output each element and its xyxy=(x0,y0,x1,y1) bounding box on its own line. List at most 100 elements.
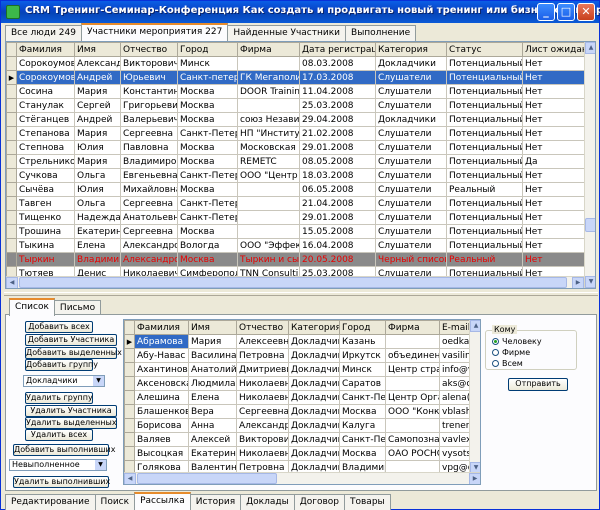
table-cell[interactable]: Минск xyxy=(177,56,238,71)
table-cell[interactable]: Тавген xyxy=(16,196,75,211)
close-button[interactable]: ✕ xyxy=(577,3,595,21)
table-cell[interactable]: Анна xyxy=(188,418,237,433)
table-cell[interactable]: ООО "Конкре xyxy=(385,404,440,419)
table-cell[interactable]: Потенциальный xyxy=(446,168,523,183)
table-cell[interactable]: Михайловна xyxy=(120,182,178,197)
table-cell[interactable]: REMETC xyxy=(237,154,300,169)
tab-execution[interactable]: Выполнение xyxy=(345,25,417,41)
table-cell[interactable]: Сергеевна xyxy=(120,224,178,239)
table-cell[interactable]: Докладчики xyxy=(288,404,340,419)
table-row[interactable]: БорисоваАннаАлександровнаДокладчикиКалуг… xyxy=(124,418,470,433)
table-cell[interactable]: Степнова xyxy=(16,140,75,155)
table-row[interactable]: АксеновскаяЛюдмилаНиколаевнаДокладчикиСа… xyxy=(124,376,470,391)
table-cell[interactable]: Людмила xyxy=(188,376,237,391)
table-cell[interactable]: Реальный xyxy=(446,252,523,267)
row-indicator[interactable] xyxy=(6,98,17,113)
tab-editing[interactable]: Редактирование xyxy=(5,494,96,510)
table-cell[interactable]: НП "Институт м xyxy=(237,126,300,141)
table-cell[interactable]: ООО "Эффектив xyxy=(237,238,300,253)
table-cell[interactable]: Аксеновская xyxy=(134,376,189,391)
current-row-arrow-icon[interactable]: ▶ xyxy=(6,70,17,85)
mail-column-header[interactable]: Фирма xyxy=(385,320,440,335)
table-cell[interactable]: Докладчики xyxy=(288,446,340,461)
table-cell[interactable]: 06.05.2008 xyxy=(299,182,376,197)
table-cell[interactable]: Слушатели xyxy=(375,196,447,211)
main-column-header[interactable]: Имя xyxy=(74,42,121,57)
table-cell[interactable]: Станулак xyxy=(16,98,75,113)
splitter[interactable] xyxy=(4,292,598,296)
row-indicator[interactable] xyxy=(124,390,135,405)
table-cell[interactable]: Николаевна xyxy=(236,390,289,405)
table-cell[interactable]: Слушатели xyxy=(375,154,447,169)
table-cell[interactable]: Слушатели xyxy=(375,238,447,253)
scroll-left-arrow-icon[interactable]: ◀ xyxy=(124,473,136,484)
table-row[interactable]: СучковаОльгаЕвгеньевнаСанкт-ПетербургООО… xyxy=(6,168,585,183)
mail-horizontal-scrollbar[interactable]: ◀ ▶ xyxy=(124,472,480,484)
table-cell[interactable]: Потенциальный xyxy=(446,112,523,127)
table-cell[interactable]: Нет xyxy=(522,238,585,253)
table-cell[interactable]: Вера xyxy=(188,404,237,419)
table-cell[interactable]: Москва xyxy=(339,404,386,419)
table-cell[interactable]: Валяев xyxy=(134,432,189,447)
table-cell[interactable]: 29.01.2008 xyxy=(299,140,376,155)
table-cell[interactable]: Андрей xyxy=(74,70,121,85)
table-cell[interactable]: trener( xyxy=(439,418,470,433)
radio-person[interactable]: Человеку xyxy=(492,337,542,346)
tab-list[interactable]: Список xyxy=(9,298,55,316)
maximize-button[interactable]: □ xyxy=(557,3,575,21)
table-cell[interactable]: Елена xyxy=(188,390,237,405)
current-row-arrow-icon[interactable]: ▶ xyxy=(124,334,135,349)
table-cell[interactable]: 29.04.2008 xyxy=(299,112,376,127)
delete-group-button[interactable]: Удалить группу xyxy=(25,392,93,404)
scroll-thumb[interactable] xyxy=(585,218,595,232)
table-cell[interactable]: Сергей xyxy=(74,98,121,113)
table-cell[interactable]: Стрельникова xyxy=(16,154,75,169)
table-cell[interactable]: Алешина xyxy=(134,390,189,405)
table-cell[interactable]: Елена xyxy=(74,238,121,253)
tab-history[interactable]: История xyxy=(189,494,242,510)
table-cell[interactable]: Потенциальный xyxy=(446,70,523,85)
table-cell[interactable]: Московская ауд xyxy=(237,140,300,155)
table-cell[interactable]: Слушатели xyxy=(375,126,447,141)
row-indicator[interactable] xyxy=(6,56,17,71)
table-cell[interactable]: Нет xyxy=(522,112,585,127)
mail-column-header[interactable]: Фамилия xyxy=(134,320,189,335)
table-cell[interactable] xyxy=(385,418,440,433)
table-cell[interactable]: Алексеевна xyxy=(236,334,289,349)
main-horizontal-scrollbar[interactable]: ◀ ▶ xyxy=(6,276,584,288)
table-cell[interactable]: Петровна xyxy=(236,348,289,363)
main-column-header[interactable]: Отчество xyxy=(120,42,178,57)
category-combo[interactable]: Докладчики ▼ xyxy=(23,375,105,387)
table-row[interactable]: ВаляевАлексейВикторовичДокладчикиСанкт-П… xyxy=(124,432,470,447)
tab-reports[interactable]: Доклады xyxy=(240,494,295,510)
table-cell[interactable]: Потенциальный xyxy=(446,84,523,99)
row-indicator[interactable] xyxy=(6,126,17,141)
scroll-up-arrow-icon[interactable]: ▲ xyxy=(585,42,595,54)
table-row[interactable]: Абу-НавасВасилинаПетровнаДокладчикиИркут… xyxy=(124,348,470,363)
table-cell[interactable]: 16.04.2008 xyxy=(299,238,376,253)
table-cell[interactable]: Докладчики xyxy=(375,112,447,127)
table-cell[interactable]: 21.02.2008 xyxy=(299,126,376,141)
table-cell[interactable]: Слушатели xyxy=(375,210,447,225)
row-indicator[interactable] xyxy=(124,376,135,391)
table-cell[interactable]: vasilin xyxy=(439,348,470,363)
table-cell[interactable]: Блашенкова xyxy=(134,404,189,419)
delete-selected-button[interactable]: Удалить выделенных xyxy=(25,417,117,429)
row-indicator[interactable] xyxy=(6,238,17,253)
row-indicator[interactable] xyxy=(6,196,17,211)
table-cell[interactable]: ГК Мегаполис xyxy=(237,70,300,85)
table-cell[interactable]: Санкт-Петер xyxy=(339,390,386,405)
table-cell[interactable]: Николаевна xyxy=(236,446,289,461)
scroll-up-arrow-icon[interactable]: ▲ xyxy=(470,320,480,332)
table-cell[interactable]: Нет xyxy=(522,140,585,155)
table-cell[interactable]: 17.03.2008 xyxy=(299,70,376,85)
table-cell[interactable]: Абрамова xyxy=(134,334,189,349)
table-cell[interactable]: Потенциальный xyxy=(446,238,523,253)
table-cell[interactable]: Екатерина xyxy=(74,224,121,239)
table-row[interactable]: СорокоумовАлександрВикторовичМинск 08.03.… xyxy=(6,56,585,71)
table-cell[interactable]: Потенциальный xyxy=(446,126,523,141)
table-cell[interactable]: Юлия xyxy=(74,182,121,197)
table-cell[interactable]: Москва xyxy=(177,252,238,267)
table-cell[interactable]: Нет xyxy=(522,70,585,85)
table-cell[interactable]: Нет xyxy=(522,98,585,113)
